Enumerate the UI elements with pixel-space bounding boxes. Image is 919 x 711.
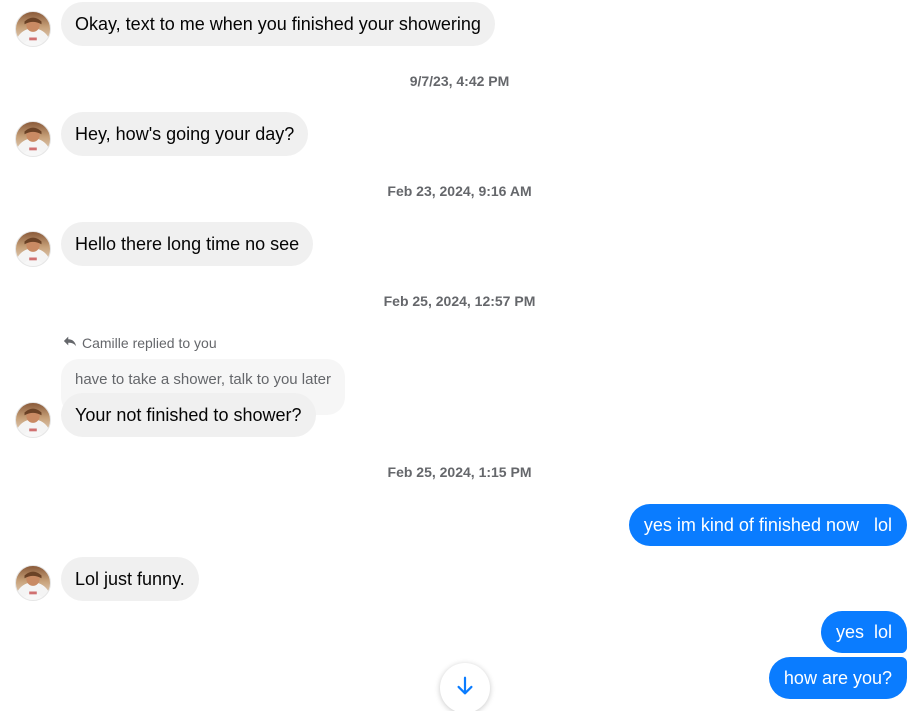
- message-timestamp: 9/7/23, 4:42 PM: [409, 73, 510, 89]
- incoming-message[interactable]: Hello there long time no see: [61, 222, 314, 266]
- scroll-to-bottom-button[interactable]: [440, 663, 490, 711]
- reply-arrow-icon: [63, 334, 77, 351]
- contact-avatar[interactable]: [15, 11, 51, 47]
- outgoing-message[interactable]: how are you?: [768, 657, 907, 699]
- contact-avatar[interactable]: [15, 231, 51, 267]
- message-timestamp: Feb 23, 2024, 9:16 AM: [387, 183, 532, 199]
- outgoing-message[interactable]: yes im kind of finished now lol: [628, 504, 907, 546]
- contact-avatar[interactable]: [15, 565, 51, 601]
- contact-avatar[interactable]: [15, 121, 51, 157]
- reply-indicator: Camille replied to you: [63, 334, 217, 351]
- incoming-message[interactable]: Lol just funny.: [61, 557, 199, 601]
- message-timestamp: Feb 25, 2024, 1:15 PM: [387, 464, 532, 480]
- incoming-message[interactable]: Hey, how's going your day?: [61, 112, 309, 156]
- incoming-message[interactable]: Okay, text to me when you finished your …: [61, 2, 495, 46]
- arrow-down-icon: [454, 675, 476, 702]
- outgoing-message[interactable]: yes lol: [820, 611, 907, 653]
- conversation-thread: Okay, text to me when you finished your …: [0, 0, 919, 711]
- message-timestamp: Feb 25, 2024, 12:57 PM: [383, 293, 536, 309]
- reply-note-text: Camille replied to you: [82, 334, 217, 351]
- incoming-message[interactable]: Your not finished to shower?: [61, 393, 316, 437]
- contact-avatar[interactable]: [15, 402, 51, 438]
